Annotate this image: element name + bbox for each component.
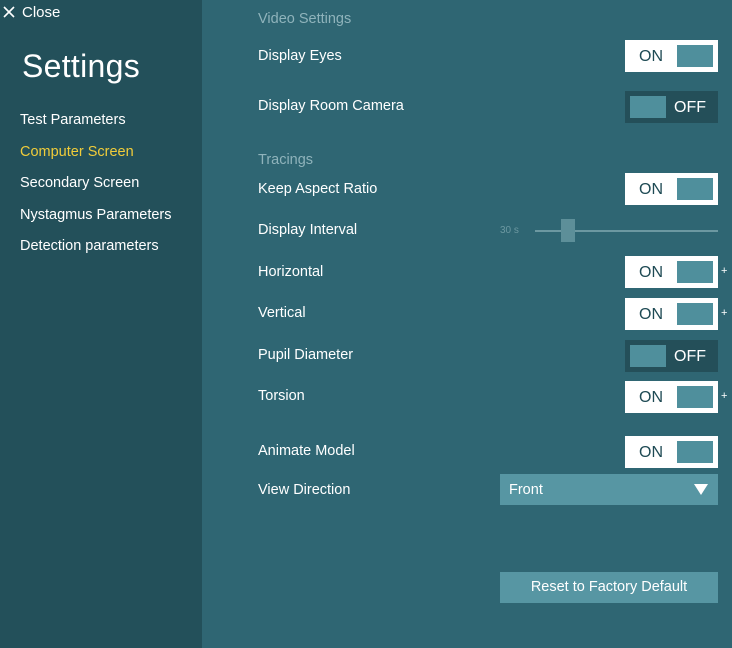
- vertical-plus-marker: +: [721, 307, 728, 319]
- display-interval-label: Display Interval: [258, 222, 358, 238]
- close-label: Close: [22, 3, 61, 21]
- display-interval-slider-thumb[interactable]: [561, 219, 575, 242]
- toggle-state: ON: [639, 181, 663, 198]
- keep-aspect-ratio-toggle[interactable]: ON: [625, 173, 718, 205]
- display-eyes-toggle[interactable]: ON: [625, 40, 718, 72]
- toggle-knob: [677, 441, 713, 463]
- toggle-knob: [630, 345, 666, 367]
- sidebar-item-computer-screen[interactable]: Computer Screen: [20, 144, 134, 160]
- torsion-plus-marker: +: [721, 390, 728, 402]
- horizontal-plus-marker: +: [721, 265, 728, 277]
- display-room-camera-toggle[interactable]: OFF: [625, 91, 718, 123]
- view-direction-dropdown[interactable]: Front: [500, 474, 718, 505]
- toggle-state: OFF: [674, 348, 706, 365]
- toggle-knob: [677, 303, 713, 325]
- sidebar-item-test-parameters[interactable]: Test Parameters: [20, 112, 126, 128]
- animate-model-toggle[interactable]: ON: [625, 436, 718, 468]
- toggle-knob: [677, 386, 713, 408]
- display-room-camera-label: Display Room Camera: [258, 98, 404, 114]
- sidebar-item-nystagmus-parameters[interactable]: Nystagmus Parameters: [20, 207, 172, 223]
- sidebar-item-secondary-screen[interactable]: Secondary Screen: [20, 175, 139, 191]
- toggle-state: ON: [639, 444, 663, 461]
- view-direction-selected: Front: [509, 482, 543, 498]
- vertical-toggle[interactable]: ON: [625, 298, 718, 330]
- pupil-diameter-toggle[interactable]: OFF: [625, 340, 718, 372]
- horizontal-label: Horizontal: [258, 264, 324, 280]
- display-eyes-label: Display Eyes: [258, 48, 342, 64]
- settings-panel: Video Settings Display Eyes ON Display R…: [202, 0, 732, 648]
- toggle-state: ON: [639, 389, 663, 406]
- close-icon: [3, 6, 15, 18]
- view-direction-label: View Direction: [258, 482, 351, 498]
- toggle-state: OFF: [674, 99, 706, 116]
- toggle-state: ON: [639, 264, 663, 281]
- chevron-down-icon: [694, 484, 708, 495]
- toggle-knob: [677, 45, 713, 67]
- tracings-header: Tracings: [258, 152, 314, 168]
- horizontal-toggle[interactable]: ON: [625, 256, 718, 288]
- sidebar-item-detection-parameters[interactable]: Detection parameters: [20, 238, 159, 254]
- pupil-diameter-label: Pupil Diameter: [258, 347, 354, 363]
- keep-aspect-ratio-label: Keep Aspect Ratio: [258, 181, 378, 197]
- toggle-state: ON: [639, 48, 663, 65]
- torsion-label: Torsion: [258, 388, 305, 404]
- video-settings-header: Video Settings: [258, 11, 352, 27]
- torsion-toggle[interactable]: ON: [625, 381, 718, 413]
- toggle-knob: [677, 178, 713, 200]
- reset-to-factory-default-button[interactable]: Reset to Factory Default: [500, 572, 718, 603]
- toggle-knob: [630, 96, 666, 118]
- page-title: Settings: [22, 48, 141, 84]
- toggle-state: ON: [639, 306, 663, 323]
- display-interval-value: 30 s: [500, 225, 519, 236]
- animate-model-label: Animate Model: [258, 443, 355, 459]
- toggle-knob: [677, 261, 713, 283]
- sidebar: Close Settings Test Parameters Computer …: [0, 0, 202, 648]
- vertical-label: Vertical: [258, 305, 306, 321]
- close-button[interactable]: Close: [2, 2, 60, 22]
